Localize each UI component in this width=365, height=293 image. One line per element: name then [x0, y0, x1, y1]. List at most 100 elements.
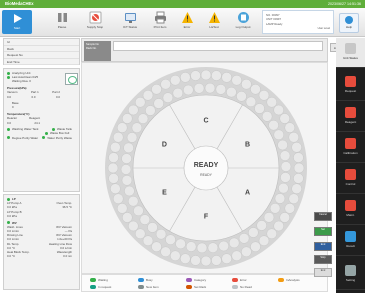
sample-position[interactable]	[172, 87, 184, 99]
supply-stop-button[interactable]: Supply Stop	[80, 9, 110, 34]
sample-position[interactable]	[139, 214, 151, 225]
sample-position[interactable]	[236, 91, 247, 102]
sample-position[interactable]	[218, 240, 229, 252]
listest-button[interactable]: LisTest	[200, 9, 228, 34]
nav-item-maint[interactable]: Maint.	[336, 195, 365, 225]
sample-position[interactable]	[226, 86, 237, 98]
sample-position[interactable]	[200, 255, 212, 267]
sample-position[interactable]	[126, 132, 138, 143]
sample-position[interactable]	[122, 212, 133, 223]
sample-position[interactable]	[120, 164, 132, 175]
sample-position[interactable]	[215, 84, 227, 95]
sample-position[interactable]	[293, 152, 304, 163]
sample-position[interactable]	[279, 113, 290, 124]
sample-position[interactable]	[261, 111, 273, 122]
sample-position[interactable]	[145, 105, 156, 116]
sample-position[interactable]	[137, 113, 149, 124]
sample-position[interactable]	[124, 185, 135, 197]
sample-position[interactable]	[293, 173, 304, 184]
sample-position[interactable]	[122, 113, 133, 124]
help-button[interactable]: Help	[339, 13, 359, 33]
nav-item-request[interactable]: Request	[336, 71, 365, 101]
nav-item-result[interactable]: Result	[336, 226, 365, 256]
sector-label-d[interactable]: D	[162, 142, 167, 149]
sample-position[interactable]	[291, 183, 302, 194]
sample-position[interactable]	[288, 193, 299, 204]
ict-status-button[interactable]: ICT Status	[115, 9, 145, 34]
sample-position[interactable]	[160, 246, 171, 257]
sample-position[interactable]	[200, 69, 212, 81]
sample-position[interactable]	[131, 122, 143, 133]
print-item-button[interactable]: Print Item	[145, 9, 175, 34]
nav-item-reagent[interactable]: Reagent	[336, 102, 365, 132]
sample-position[interactable]	[175, 238, 186, 250]
sample-position[interactable]	[221, 72, 232, 83]
sample-position[interactable]	[268, 119, 279, 131]
sample-position[interactable]	[263, 212, 275, 223]
sample-position[interactable]	[274, 193, 286, 204]
sector-label-c[interactable]: C	[203, 118, 208, 125]
sample-position[interactable]	[147, 222, 158, 233]
sample-position[interactable]	[211, 70, 222, 81]
sample-position[interactable]	[238, 233, 250, 244]
sample-position[interactable]	[135, 97, 146, 108]
sample-position[interactable]	[250, 241, 261, 252]
sample-position[interactable]	[256, 220, 267, 231]
sample-position[interactable]	[228, 237, 240, 249]
sample-position[interactable]	[142, 90, 154, 101]
sample-position[interactable]	[128, 220, 139, 232]
sample-position[interactable]	[128, 104, 139, 116]
sector-label-e[interactable]: E	[162, 190, 167, 197]
sample-position[interactable]	[279, 150, 291, 161]
sample-position[interactable]	[117, 203, 128, 214]
sample-position[interactable]	[185, 241, 197, 252]
unit-thumbnail[interactable]	[65, 73, 78, 85]
sector-label-f[interactable]: F	[204, 214, 209, 221]
sample-position[interactable]	[155, 228, 167, 240]
sample-position[interactable]	[284, 203, 295, 214]
sample-position[interactable]	[250, 84, 261, 95]
sample-position[interactable]	[180, 253, 191, 264]
sample-position[interactable]	[254, 103, 265, 114]
sample-position[interactable]	[160, 79, 171, 90]
pause-button[interactable]: Pause	[49, 9, 75, 34]
sample-position[interactable]	[231, 75, 242, 86]
sample-position[interactable]	[258, 90, 270, 101]
sample-position[interactable]	[107, 162, 119, 174]
sample-position[interactable]	[183, 84, 194, 96]
start-button[interactable]: Start	[2, 10, 32, 34]
sample-position[interactable]	[241, 246, 252, 257]
sample-position[interactable]	[280, 172, 291, 183]
sample-position[interactable]	[117, 122, 128, 133]
rack-cells[interactable]	[113, 41, 323, 51]
sample-position[interactable]	[291, 142, 302, 153]
set-button[interactable]: Set	[314, 227, 332, 236]
sample-position[interactable]	[180, 72, 191, 83]
nav-item-control[interactable]: Control	[336, 164, 365, 194]
sample-position[interactable]	[108, 173, 119, 184]
sample-position[interactable]	[207, 242, 219, 253]
sample-position[interactable]	[113, 193, 124, 204]
sample-position[interactable]	[241, 79, 252, 90]
sample-position[interactable]	[113, 132, 124, 143]
sample-position[interactable]	[121, 153, 132, 164]
sample-position[interactable]	[190, 70, 201, 81]
sample-position[interactable]	[266, 228, 277, 239]
sample-position[interactable]	[128, 196, 139, 207]
sample-position[interactable]	[142, 235, 154, 246]
sample-position[interactable]	[196, 242, 208, 254]
sample-position[interactable]	[151, 84, 162, 95]
sector-label-a[interactable]: A	[245, 190, 250, 197]
nav-item-unit-status[interactable]: Unit Status	[336, 38, 365, 68]
sample-position[interactable]	[153, 98, 164, 109]
sample-position[interactable]	[273, 129, 284, 140]
sample-position[interactable]	[190, 255, 201, 266]
end-button[interactable]: End	[314, 242, 332, 251]
error-button[interactable]: Error	[173, 9, 201, 34]
sample-position[interactable]	[293, 162, 305, 174]
sample-position[interactable]	[133, 205, 144, 217]
sample-position[interactable]	[266, 97, 277, 108]
sample-position[interactable]	[110, 142, 121, 153]
sector-label-b[interactable]: B	[245, 142, 250, 149]
cancel-button[interactable]: Cancel	[314, 212, 332, 221]
